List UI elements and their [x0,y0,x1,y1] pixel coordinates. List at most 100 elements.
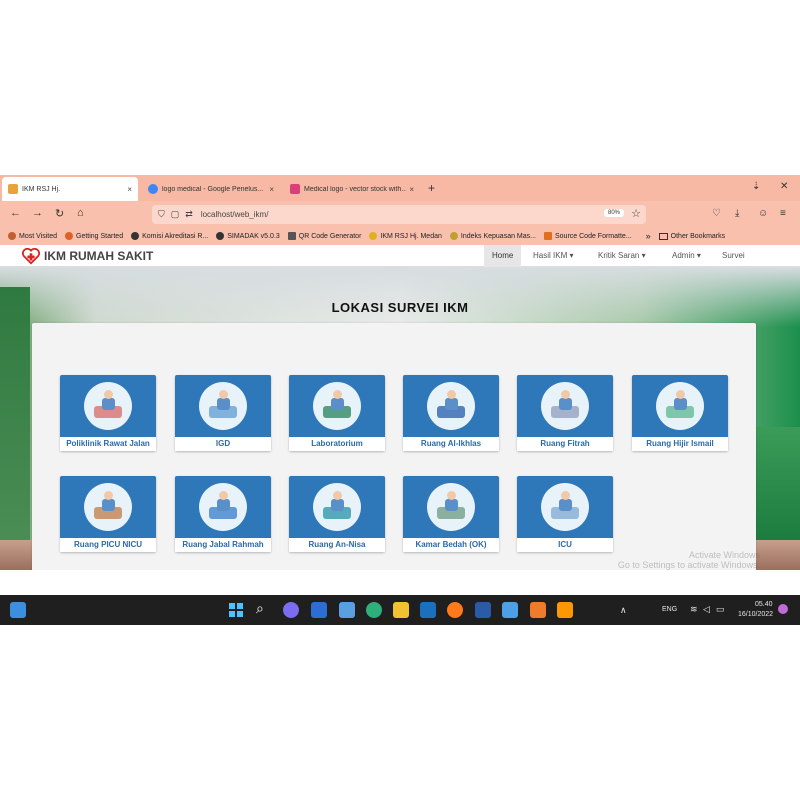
home-icon[interactable]: ⌂ [77,207,84,219]
search-icon[interactable]: ⌕ [256,600,264,617]
vscode-icon[interactable] [420,602,436,618]
child-patient-icon [84,483,132,531]
url-text[interactable]: localhost/web_ikm/ [201,210,269,219]
forward-icon[interactable]: → [32,207,43,219]
hero-building-right [755,427,800,542]
illustration-head [561,390,570,399]
bookmark-item[interactable]: Source Code Formatte... [544,232,632,240]
edge-icon[interactable] [366,602,382,618]
location-card-label: Ruang Hijir Ismail [632,437,728,451]
nav-home[interactable]: Home [484,245,522,267]
folder-icon[interactable] [393,602,409,618]
location-card[interactable]: Ruang Jabal Rahmah [175,476,271,552]
illustration-head [219,390,228,399]
bookmark-label: Most Visited [19,232,57,240]
word-icon[interactable] [475,602,491,618]
shield-icon: ⛉ [158,209,165,219]
windows-taskbar: ⌕ ∧ ENG ≋ ◁ ▭ 05.40 16/10/2022 [0,595,800,625]
firefox-icon[interactable] [447,602,463,618]
location-card[interactable]: Ruang PICU NICU [60,476,156,552]
location-card[interactable]: Laboratorium [289,375,385,451]
location-card[interactable]: Ruang Fitrah [517,375,613,451]
clock-date[interactable]: 16/10/2022 [738,611,773,618]
location-card[interactable]: Kamar Bedah (OK) [403,476,499,552]
location-card-label: Ruang PICU NICU [60,538,156,552]
zoom-badge[interactable]: 80% [603,209,624,217]
language-indicator[interactable]: ENG [662,606,677,613]
bookmark-label: SIMADAK v5.0.3 [227,232,280,240]
illustration-head [333,491,342,500]
illustration-body [331,398,344,410]
dropbox-icon[interactable] [311,602,327,618]
notification-icon[interactable] [778,604,788,614]
bookmark-item[interactable]: IKM RSJ Hj. Medan [369,232,442,240]
pocket-icon[interactable]: ♡ [712,208,721,219]
tab-medical-logo[interactable]: Medical logo - vector stock with... × [284,177,420,201]
smiley-icon [369,232,378,240]
bookmark-label: QR Code Generator [298,232,362,240]
windows-start-icon[interactable] [228,602,244,618]
other-bookmarks[interactable]: Other Bookmarks [658,232,725,240]
bookmark-item[interactable]: Most Visited [8,232,57,240]
nav-admin[interactable]: Admin ▾ [664,245,709,267]
website-viewport: IKM RUMAH SAKIT Home Hasil IKM ▾ Kritik … [0,245,800,570]
tab-google[interactable]: logo medical - Google Penelus... × [142,177,280,201]
address-bar[interactable]: ⛉ ▢ ⇄ localhost/web_ikm/ 80% ☆ [152,205,646,224]
instagram-icon [290,184,300,194]
bookmark-item[interactable]: SIMADAK v5.0.3 [216,232,280,240]
location-card-label: Ruang An-Nisa [289,538,385,552]
clock-time[interactable]: 05.40 [755,601,773,608]
bookmark-item[interactable]: Getting Started [65,232,123,240]
star-icon[interactable]: ☆ [631,207,641,220]
close-icon[interactable]: × [269,185,274,194]
sublime-icon[interactable] [557,602,573,618]
tab-ikm[interactable]: IKM RSJ Hj. × [2,177,138,201]
location-card[interactable]: Ruang Al-Ikhlas [403,375,499,451]
battery-icon[interactable]: ▭ [716,604,725,615]
close-icon[interactable]: × [127,185,132,194]
patient-bed-icon [541,382,589,430]
location-card[interactable]: Ruang An-Nisa [289,476,385,552]
close-window-icon[interactable]: ✕ [780,181,788,192]
nav-hasil-ikm[interactable]: Hasil IKM ▾ [525,245,581,267]
store-icon[interactable] [339,602,355,618]
menu-icon[interactable]: ≡ [780,208,786,219]
bookmark-item[interactable]: Komisi Akreditasi R... [131,232,208,240]
minimize-icon[interactable]: ⇣ [752,181,760,192]
location-card-label: Ruang Jabal Rahmah [175,538,271,552]
emergency-room-icon [199,382,247,430]
illustration-body [102,398,115,410]
qr-icon [287,232,296,240]
location-card[interactable]: Ruang Hijir Ismail [632,375,728,451]
tab-label: Medical logo - vector stock with... [304,185,406,193]
back-icon[interactable]: ← [10,207,21,219]
more-bookmarks-icon[interactable]: » [646,231,651,241]
tray-expand-icon[interactable]: ∧ [620,605,627,616]
lab-flask-icon [313,382,361,430]
wifi-icon[interactable]: ≋ [690,604,698,615]
nav-kritik-saran[interactable]: Kritik Saran ▾ [590,245,654,267]
nav-survei[interactable]: Survei [714,245,753,267]
close-icon[interactable]: × [409,185,414,194]
teams-icon[interactable] [283,602,299,618]
bookmark-item[interactable]: Indeks Kepuasan Mas... [449,232,536,240]
globe-icon [216,232,225,240]
reload-icon[interactable]: ↻ [55,207,64,220]
widgets-icon[interactable] [10,602,26,618]
location-card[interactable]: IGD [175,375,271,451]
patient-bed-icon [427,382,475,430]
location-card[interactable]: ICU [517,476,613,552]
location-card[interactable]: Poliklinik Rawat Jalan [60,375,156,451]
mail-icon[interactable] [502,602,518,618]
new-tab-button[interactable]: + [428,181,435,195]
bookmark-item[interactable]: QR Code Generator [287,232,362,240]
browser-tab-strip: IKM RSJ Hj. × logo medical - Google Pene… [0,175,800,201]
site-brand[interactable]: IKM RUMAH SAKIT [44,249,153,263]
download-icon[interactable]: ⤓ [735,208,739,219]
illustration-body [445,398,458,410]
illustration-head [561,491,570,500]
volume-icon[interactable]: ◁ [703,604,710,615]
extension-icon[interactable]: ☺ [758,208,768,219]
tab-label: logo medical - Google Penelus... [162,185,264,193]
xampp-icon[interactable] [530,602,546,618]
